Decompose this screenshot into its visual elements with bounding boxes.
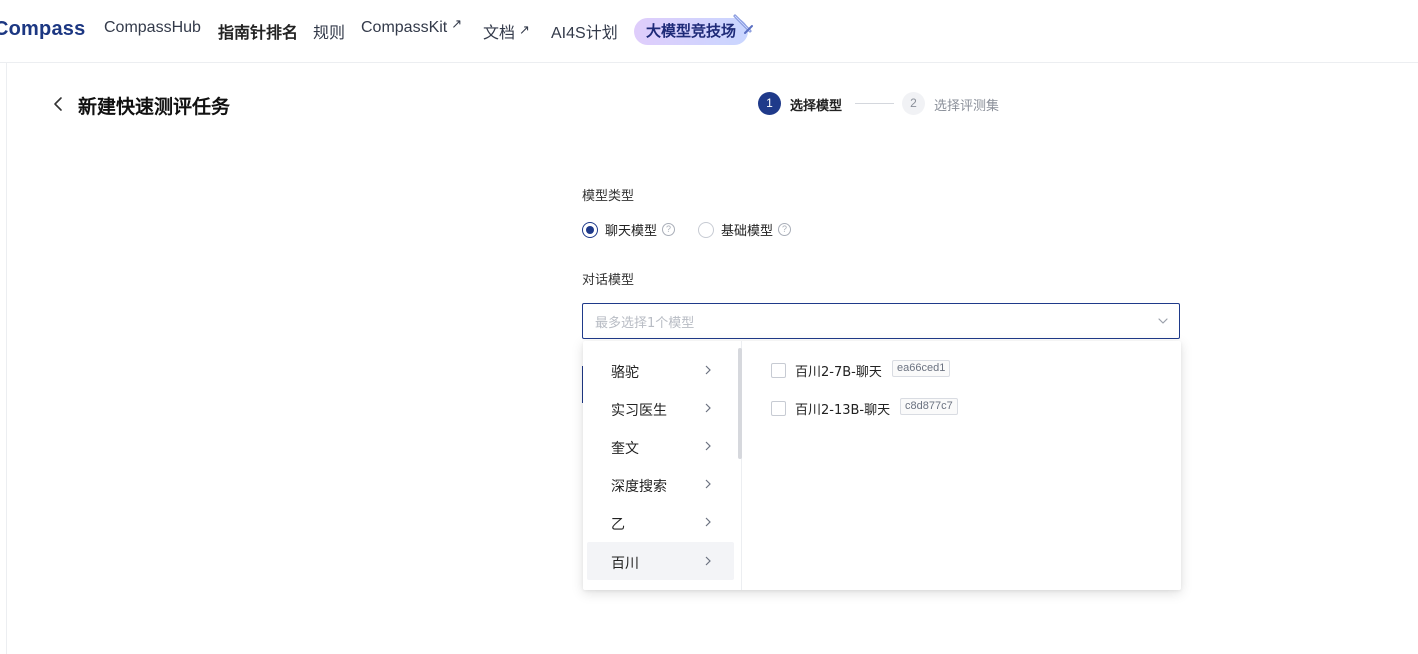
model-option[interactable]: 百川2-13B-聊天 c8d877c7 [771, 397, 981, 421]
nav-item-ai4s[interactable]: AI4S计划 [551, 19, 618, 43]
model-select[interactable]: 最多选择1个模型 [582, 303, 1180, 339]
category-label: 实习医生 [611, 403, 667, 419]
radio-label: 基础模型 [721, 224, 774, 239]
radio-base-model[interactable]: 基础模型? [698, 220, 792, 239]
compass-logo[interactable]: Compass [0, 18, 85, 41]
arena-label: 大模型竞技场 [646, 22, 737, 40]
checkbox[interactable] [771, 363, 786, 378]
nav-item-compasshub[interactable]: CompassHub [104, 19, 201, 37]
category-item[interactable]: 乙 [587, 503, 734, 541]
category-label: 乙 [611, 517, 625, 533]
sword-icon [733, 14, 753, 34]
external-link-icon: ↗ [519, 22, 530, 37]
top-navbar: Compass CompassHub 指南针排名 规则 CompassKit ↗ … [0, 0, 1418, 63]
category-item[interactable]: 骆驼 [587, 351, 734, 389]
radio-chat-model[interactable]: 聊天模型? [582, 220, 676, 239]
nav-item-compasskit[interactable]: CompassKit ↗ [361, 16, 463, 37]
step-2-number: 2 [902, 92, 925, 115]
nav-item-label: CompassHub [104, 19, 201, 36]
step-connector [855, 103, 894, 104]
step-2-label: 选择评测集 [934, 99, 1000, 114]
category-label: 奎文 [611, 441, 639, 457]
model-option[interactable]: 百川2-7B-聊天 ea66ced1 [771, 359, 971, 383]
chevron-right-icon [705, 556, 711, 566]
model-name: 百川2-7B-聊天 [795, 365, 882, 380]
radio-button-checked[interactable] [582, 221, 598, 238]
back-arrow-icon[interactable] [50, 94, 68, 114]
external-link-icon: ↗ [451, 16, 463, 31]
category-label: 深度搜索 [611, 479, 667, 495]
checkbox[interactable] [771, 401, 786, 416]
category-item[interactable]: 实习医生 [587, 389, 734, 427]
step-1-label: 选择模型 [790, 99, 843, 114]
model-column: 百川2-7B-聊天 ea66ced1 百川2-13B-聊天 c8d877c7 [743, 341, 1181, 590]
nav-item-docs[interactable]: 文档 ↗ [483, 19, 530, 43]
nav-item-ranking[interactable]: 指南针排名 [218, 19, 298, 43]
nav-item-label: 指南针排名 [218, 25, 299, 42]
content-left-border [6, 63, 7, 654]
category-column[interactable]: 骆驼 实习医生 奎文 深度搜索 乙 百川 [583, 341, 742, 590]
chevron-right-icon [705, 479, 711, 489]
chevron-right-icon [705, 403, 711, 413]
category-item[interactable]: 深度搜索 [587, 465, 734, 503]
category-item-selected[interactable]: 百川 [587, 542, 734, 580]
nav-item-label: CompassKit [361, 19, 448, 36]
nav-item-rules[interactable]: 规则 [313, 19, 345, 43]
model-name: 百川2-13B-聊天 [795, 403, 891, 418]
radio-button[interactable] [698, 221, 714, 238]
help-icon[interactable]: ? [778, 223, 792, 236]
model-hash-tag: ea66ced1 [892, 360, 951, 377]
nav-item-label: 文档 [483, 25, 516, 42]
category-item[interactable]: 奎文 [587, 427, 734, 465]
model-type-label: 模型类型 [582, 189, 635, 204]
help-icon[interactable]: ? [662, 223, 676, 236]
dialog-model-label: 对话模型 [582, 273, 635, 288]
category-label: 骆驼 [611, 365, 639, 381]
chevron-down-icon [1158, 318, 1168, 324]
model-hash-tag: c8d877c7 [900, 398, 958, 415]
nav-item-label: AI4S计划 [551, 25, 618, 42]
model-cascader-dropdown: 骆驼 实习医生 奎文 深度搜索 乙 百川 百川2-7B-聊天 ea66ced1 … [583, 341, 1181, 590]
chevron-right-icon [705, 441, 711, 451]
select-placeholder: 最多选择1个模型 [595, 316, 695, 331]
nav-item-label: 规则 [313, 25, 346, 42]
radio-label: 聊天模型 [605, 224, 658, 239]
scrollbar-thumb[interactable] [738, 348, 742, 459]
category-label: 百川 [611, 556, 639, 572]
page-title: 新建快速测评任务 [78, 96, 231, 118]
step-1-number: 1 [758, 92, 781, 115]
chevron-right-icon [705, 517, 711, 527]
chevron-right-icon [705, 365, 711, 375]
